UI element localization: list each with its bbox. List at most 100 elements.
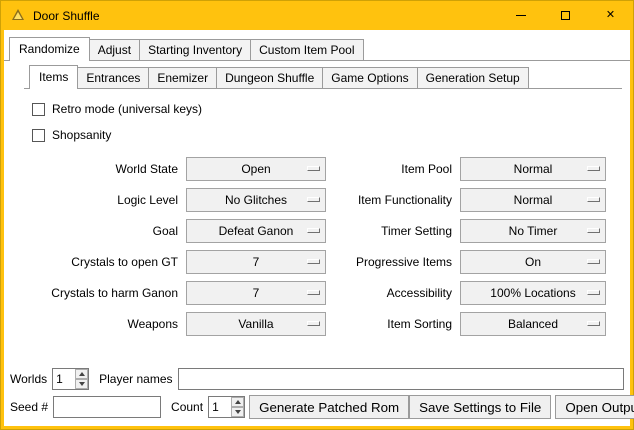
worlds-spin-up-button[interactable]	[75, 369, 88, 379]
tab-enemizer[interactable]: Enemizer	[148, 67, 217, 88]
timer-setting-dropdown[interactable]: No Timer	[460, 219, 606, 243]
count-spin-arrows	[231, 397, 244, 417]
item-functionality-label: Item Functionality	[332, 193, 454, 207]
logic-level-label: Logic Level	[32, 193, 180, 207]
tab-generation-setup[interactable]: Generation Setup	[417, 67, 529, 88]
world-state-label: World State	[32, 162, 180, 176]
dropdown-indicator-icon	[307, 321, 320, 326]
item-sorting-label: Item Sorting	[332, 317, 454, 331]
dropdown-indicator-icon	[587, 228, 600, 233]
crystals-ganon-value: 7	[253, 286, 260, 300]
crystals-gt-label: Crystals to open GT	[32, 255, 180, 269]
item-pool-value: Normal	[514, 162, 553, 176]
open-output-directory-button[interactable]: Open Output Directory	[555, 395, 634, 419]
window: Door Shuffle ✕ Randomize Adjust Starting…	[0, 0, 634, 430]
count-spin-up-button[interactable]	[231, 397, 244, 407]
crystals-ganon-label: Crystals to harm Ganon	[32, 286, 180, 300]
tab-items[interactable]: Items	[29, 65, 78, 89]
count-input[interactable]	[209, 397, 231, 417]
worlds-spin-down-button[interactable]	[75, 379, 88, 389]
window-controls: ✕	[498, 1, 633, 30]
dropdown-indicator-icon	[307, 290, 320, 295]
dropdown-indicator-icon	[307, 259, 320, 264]
crystals-ganon-dropdown[interactable]: 7	[186, 281, 326, 305]
progressive-items-dropdown[interactable]: On	[460, 250, 606, 274]
world-state-value: Open	[241, 162, 270, 176]
tab-adjust[interactable]: Adjust	[89, 39, 140, 60]
window-content: Randomize Adjust Starting Inventory Cust…	[4, 30, 630, 426]
dropdown-indicator-icon	[587, 259, 600, 264]
seed-input[interactable]	[53, 396, 161, 418]
timer-setting-label: Timer Setting	[332, 224, 454, 238]
goal-label: Goal	[32, 224, 180, 238]
accessibility-value: 100% Locations	[490, 286, 575, 300]
bottom-bar: Worlds Player names Seed # Count	[10, 367, 624, 419]
seed-label: Seed #	[10, 400, 48, 414]
retro-mode-checkbox[interactable]	[32, 103, 45, 116]
worlds-spin-arrows	[75, 369, 88, 389]
dropdown-indicator-icon	[587, 321, 600, 326]
crystals-gt-value: 7	[253, 255, 260, 269]
weapons-label: Weapons	[32, 317, 180, 331]
logic-level-dropdown[interactable]: No Glitches	[186, 188, 326, 212]
item-functionality-dropdown[interactable]: Normal	[460, 188, 606, 212]
crystals-gt-dropdown[interactable]: 7	[186, 250, 326, 274]
maximize-icon	[561, 11, 570, 20]
count-spinner	[208, 396, 245, 418]
tab-game-options[interactable]: Game Options	[322, 67, 417, 88]
dropdown-indicator-icon	[587, 166, 600, 171]
tab-entrances[interactable]: Entrances	[77, 67, 149, 88]
timer-setting-value: No Timer	[509, 224, 558, 238]
tab-dungeon-shuffle[interactable]: Dungeon Shuffle	[216, 67, 323, 88]
spin-down-icon	[79, 382, 85, 386]
dropdown-indicator-icon	[587, 290, 600, 295]
retro-mode-row: Retro mode (universal keys)	[32, 101, 622, 117]
generate-patched-rom-button[interactable]: Generate Patched Rom	[249, 395, 409, 419]
minimize-icon	[516, 15, 526, 16]
app-icon	[10, 8, 25, 23]
minimize-button[interactable]	[498, 1, 543, 30]
shopsanity-label: Shopsanity	[52, 128, 111, 142]
tab-randomize[interactable]: Randomize	[9, 37, 90, 61]
progressive-items-label: Progressive Items	[332, 255, 454, 269]
count-label: Count	[171, 400, 203, 414]
dropdown-indicator-icon	[307, 197, 320, 202]
window-title: Door Shuffle	[33, 9, 100, 23]
tab-custom-item-pool[interactable]: Custom Item Pool	[250, 39, 363, 60]
close-button[interactable]: ✕	[588, 1, 633, 30]
outer-tab-bar: Randomize Adjust Starting Inventory Cust…	[4, 37, 630, 61]
shopsanity-checkbox[interactable]	[32, 129, 45, 142]
retro-mode-label: Retro mode (universal keys)	[52, 102, 202, 116]
weapons-value: Vanilla	[238, 317, 273, 331]
save-settings-button[interactable]: Save Settings to File	[409, 395, 551, 419]
logic-level-value: No Glitches	[225, 193, 287, 207]
count-spin-down-button[interactable]	[231, 407, 244, 417]
item-sorting-dropdown[interactable]: Balanced	[460, 312, 606, 336]
maximize-button[interactable]	[543, 1, 588, 30]
item-sorting-value: Balanced	[508, 317, 558, 331]
weapons-dropdown[interactable]: Vanilla	[186, 312, 326, 336]
accessibility-label: Accessibility	[332, 286, 454, 300]
shopsanity-row: Shopsanity	[32, 127, 622, 143]
randomize-notebook: Items Entrances Enemizer Dungeon Shuffle…	[24, 65, 622, 336]
progressive-items-value: On	[525, 255, 541, 269]
close-icon: ✕	[606, 10, 615, 21]
inner-tab-bar: Items Entrances Enemizer Dungeon Shuffle…	[24, 65, 622, 89]
worlds-spinner	[52, 368, 89, 390]
dropdown-indicator-icon	[307, 166, 320, 171]
worlds-label: Worlds	[10, 372, 47, 386]
player-names-label: Player names	[99, 372, 172, 386]
goal-dropdown[interactable]: Defeat Ganon	[186, 219, 326, 243]
world-state-dropdown[interactable]: Open	[186, 157, 326, 181]
item-pool-dropdown[interactable]: Normal	[460, 157, 606, 181]
seed-row: Seed # Count Generate Patched Rom Save S…	[10, 395, 624, 419]
tab-starting-inventory[interactable]: Starting Inventory	[139, 39, 251, 60]
player-names-input[interactable]	[178, 368, 625, 390]
worlds-input[interactable]	[53, 369, 75, 389]
spin-up-icon	[79, 372, 85, 376]
dropdown-indicator-icon	[587, 197, 600, 202]
item-functionality-value: Normal	[514, 193, 553, 207]
spin-down-icon	[235, 410, 241, 414]
worlds-row: Worlds Player names	[10, 367, 624, 391]
accessibility-dropdown[interactable]: 100% Locations	[460, 281, 606, 305]
